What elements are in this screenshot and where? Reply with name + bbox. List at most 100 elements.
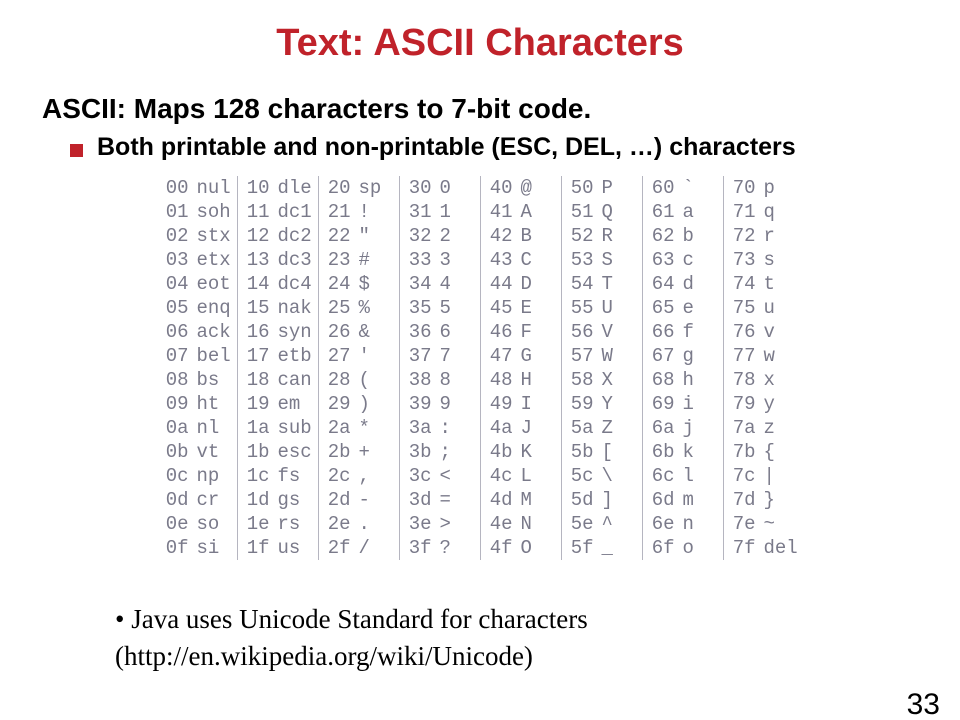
char-cell: 1 — [436, 200, 481, 224]
hex-cell: 77 — [723, 344, 760, 368]
char-cell: dc1 — [274, 200, 319, 224]
hex-cell: 31 — [399, 200, 436, 224]
char-cell: D — [517, 272, 562, 296]
char-cell: n — [679, 512, 724, 536]
hex-cell: 5e — [561, 512, 598, 536]
hex-cell: 38 — [399, 368, 436, 392]
char-cell: M — [517, 488, 562, 512]
char-cell: * — [355, 416, 400, 440]
hex-cell: 59 — [561, 392, 598, 416]
char-cell: m — [679, 488, 724, 512]
slide-title: Text: ASCII Characters — [0, 22, 960, 65]
char-cell: { — [760, 440, 804, 464]
table-row: 05enq15nak25%35545E55U65e75u — [157, 296, 804, 320]
hex-cell: 34 — [399, 272, 436, 296]
hex-cell: 29 — [318, 392, 355, 416]
hex-cell: 6c — [642, 464, 679, 488]
char-cell: ' — [355, 344, 400, 368]
char-cell: dle — [274, 176, 319, 200]
hex-cell: 4a — [480, 416, 517, 440]
hex-cell: 36 — [399, 320, 436, 344]
hex-cell: 06 — [157, 320, 193, 344]
char-cell: fs — [274, 464, 319, 488]
hex-cell: 05 — [157, 296, 193, 320]
hex-cell: 0a — [157, 416, 193, 440]
char-cell: r — [760, 224, 804, 248]
hex-cell: 7a — [723, 416, 760, 440]
char-cell: u — [760, 296, 804, 320]
hex-cell: 6f — [642, 536, 679, 560]
hex-cell: 3d — [399, 488, 436, 512]
hex-cell: 53 — [561, 248, 598, 272]
char-cell: s — [760, 248, 804, 272]
char-cell: G — [517, 344, 562, 368]
char-cell: w — [760, 344, 804, 368]
table-row: 00nul10dle20sp30040@50P60`70p — [157, 176, 804, 200]
char-cell: _ — [598, 536, 643, 560]
hex-cell: 33 — [399, 248, 436, 272]
char-cell: ! — [355, 200, 400, 224]
char-cell: ` — [679, 176, 724, 200]
hex-cell: 01 — [157, 200, 193, 224]
hex-cell: 52 — [561, 224, 598, 248]
hex-cell: 20 — [318, 176, 355, 200]
char-cell: nul — [193, 176, 238, 200]
char-cell: p — [760, 176, 804, 200]
hex-cell: 76 — [723, 320, 760, 344]
char-cell: dc2 — [274, 224, 319, 248]
hex-cell: 2f — [318, 536, 355, 560]
char-cell: sp — [355, 176, 400, 200]
hex-cell: 51 — [561, 200, 598, 224]
char-cell: g — [679, 344, 724, 368]
char-cell: N — [517, 512, 562, 536]
page-number: 33 — [907, 688, 940, 720]
char-cell: % — [355, 296, 400, 320]
hex-cell: 40 — [480, 176, 517, 200]
hex-cell: 12 — [237, 224, 274, 248]
char-cell: Q — [598, 200, 643, 224]
char-cell: J — [517, 416, 562, 440]
hex-cell: 79 — [723, 392, 760, 416]
hex-cell: 14 — [237, 272, 274, 296]
hex-cell: 61 — [642, 200, 679, 224]
table-row: 01soh11dc121!31141A51Q61a71q — [157, 200, 804, 224]
char-cell: d — [679, 272, 724, 296]
hex-cell: 1b — [237, 440, 274, 464]
char-cell: } — [760, 488, 804, 512]
char-cell: stx — [193, 224, 238, 248]
hex-cell: 71 — [723, 200, 760, 224]
hex-cell: 2d — [318, 488, 355, 512]
char-cell: k — [679, 440, 724, 464]
hex-cell: 5a — [561, 416, 598, 440]
hex-cell: 4e — [480, 512, 517, 536]
hex-cell: 68 — [642, 368, 679, 392]
hex-cell: 42 — [480, 224, 517, 248]
char-cell: L — [517, 464, 562, 488]
hex-cell: 00 — [157, 176, 193, 200]
char-cell: nak — [274, 296, 319, 320]
hex-cell: 17 — [237, 344, 274, 368]
char-cell: ~ — [760, 512, 804, 536]
hex-cell: 1c — [237, 464, 274, 488]
table-row: 09ht19em29)39949I59Y69i79y — [157, 392, 804, 416]
char-cell: + — [355, 440, 400, 464]
char-cell: E — [517, 296, 562, 320]
char-cell: & — [355, 320, 400, 344]
hex-cell: 23 — [318, 248, 355, 272]
hex-cell: 75 — [723, 296, 760, 320]
hex-cell: 1f — [237, 536, 274, 560]
char-cell: K — [517, 440, 562, 464]
hex-cell: 0e — [157, 512, 193, 536]
char-cell: , — [355, 464, 400, 488]
char-cell: 6 — [436, 320, 481, 344]
char-cell: f — [679, 320, 724, 344]
table-row: 03etx13dc323#33343C53S63c73s — [157, 248, 804, 272]
char-cell: l — [679, 464, 724, 488]
char-cell: = — [436, 488, 481, 512]
hex-cell: 69 — [642, 392, 679, 416]
char-cell: 3 — [436, 248, 481, 272]
hex-cell: 0d — [157, 488, 193, 512]
hex-cell: 21 — [318, 200, 355, 224]
table-row: 02stx12dc222"32242B52R62b72r — [157, 224, 804, 248]
hex-cell: 3f — [399, 536, 436, 560]
